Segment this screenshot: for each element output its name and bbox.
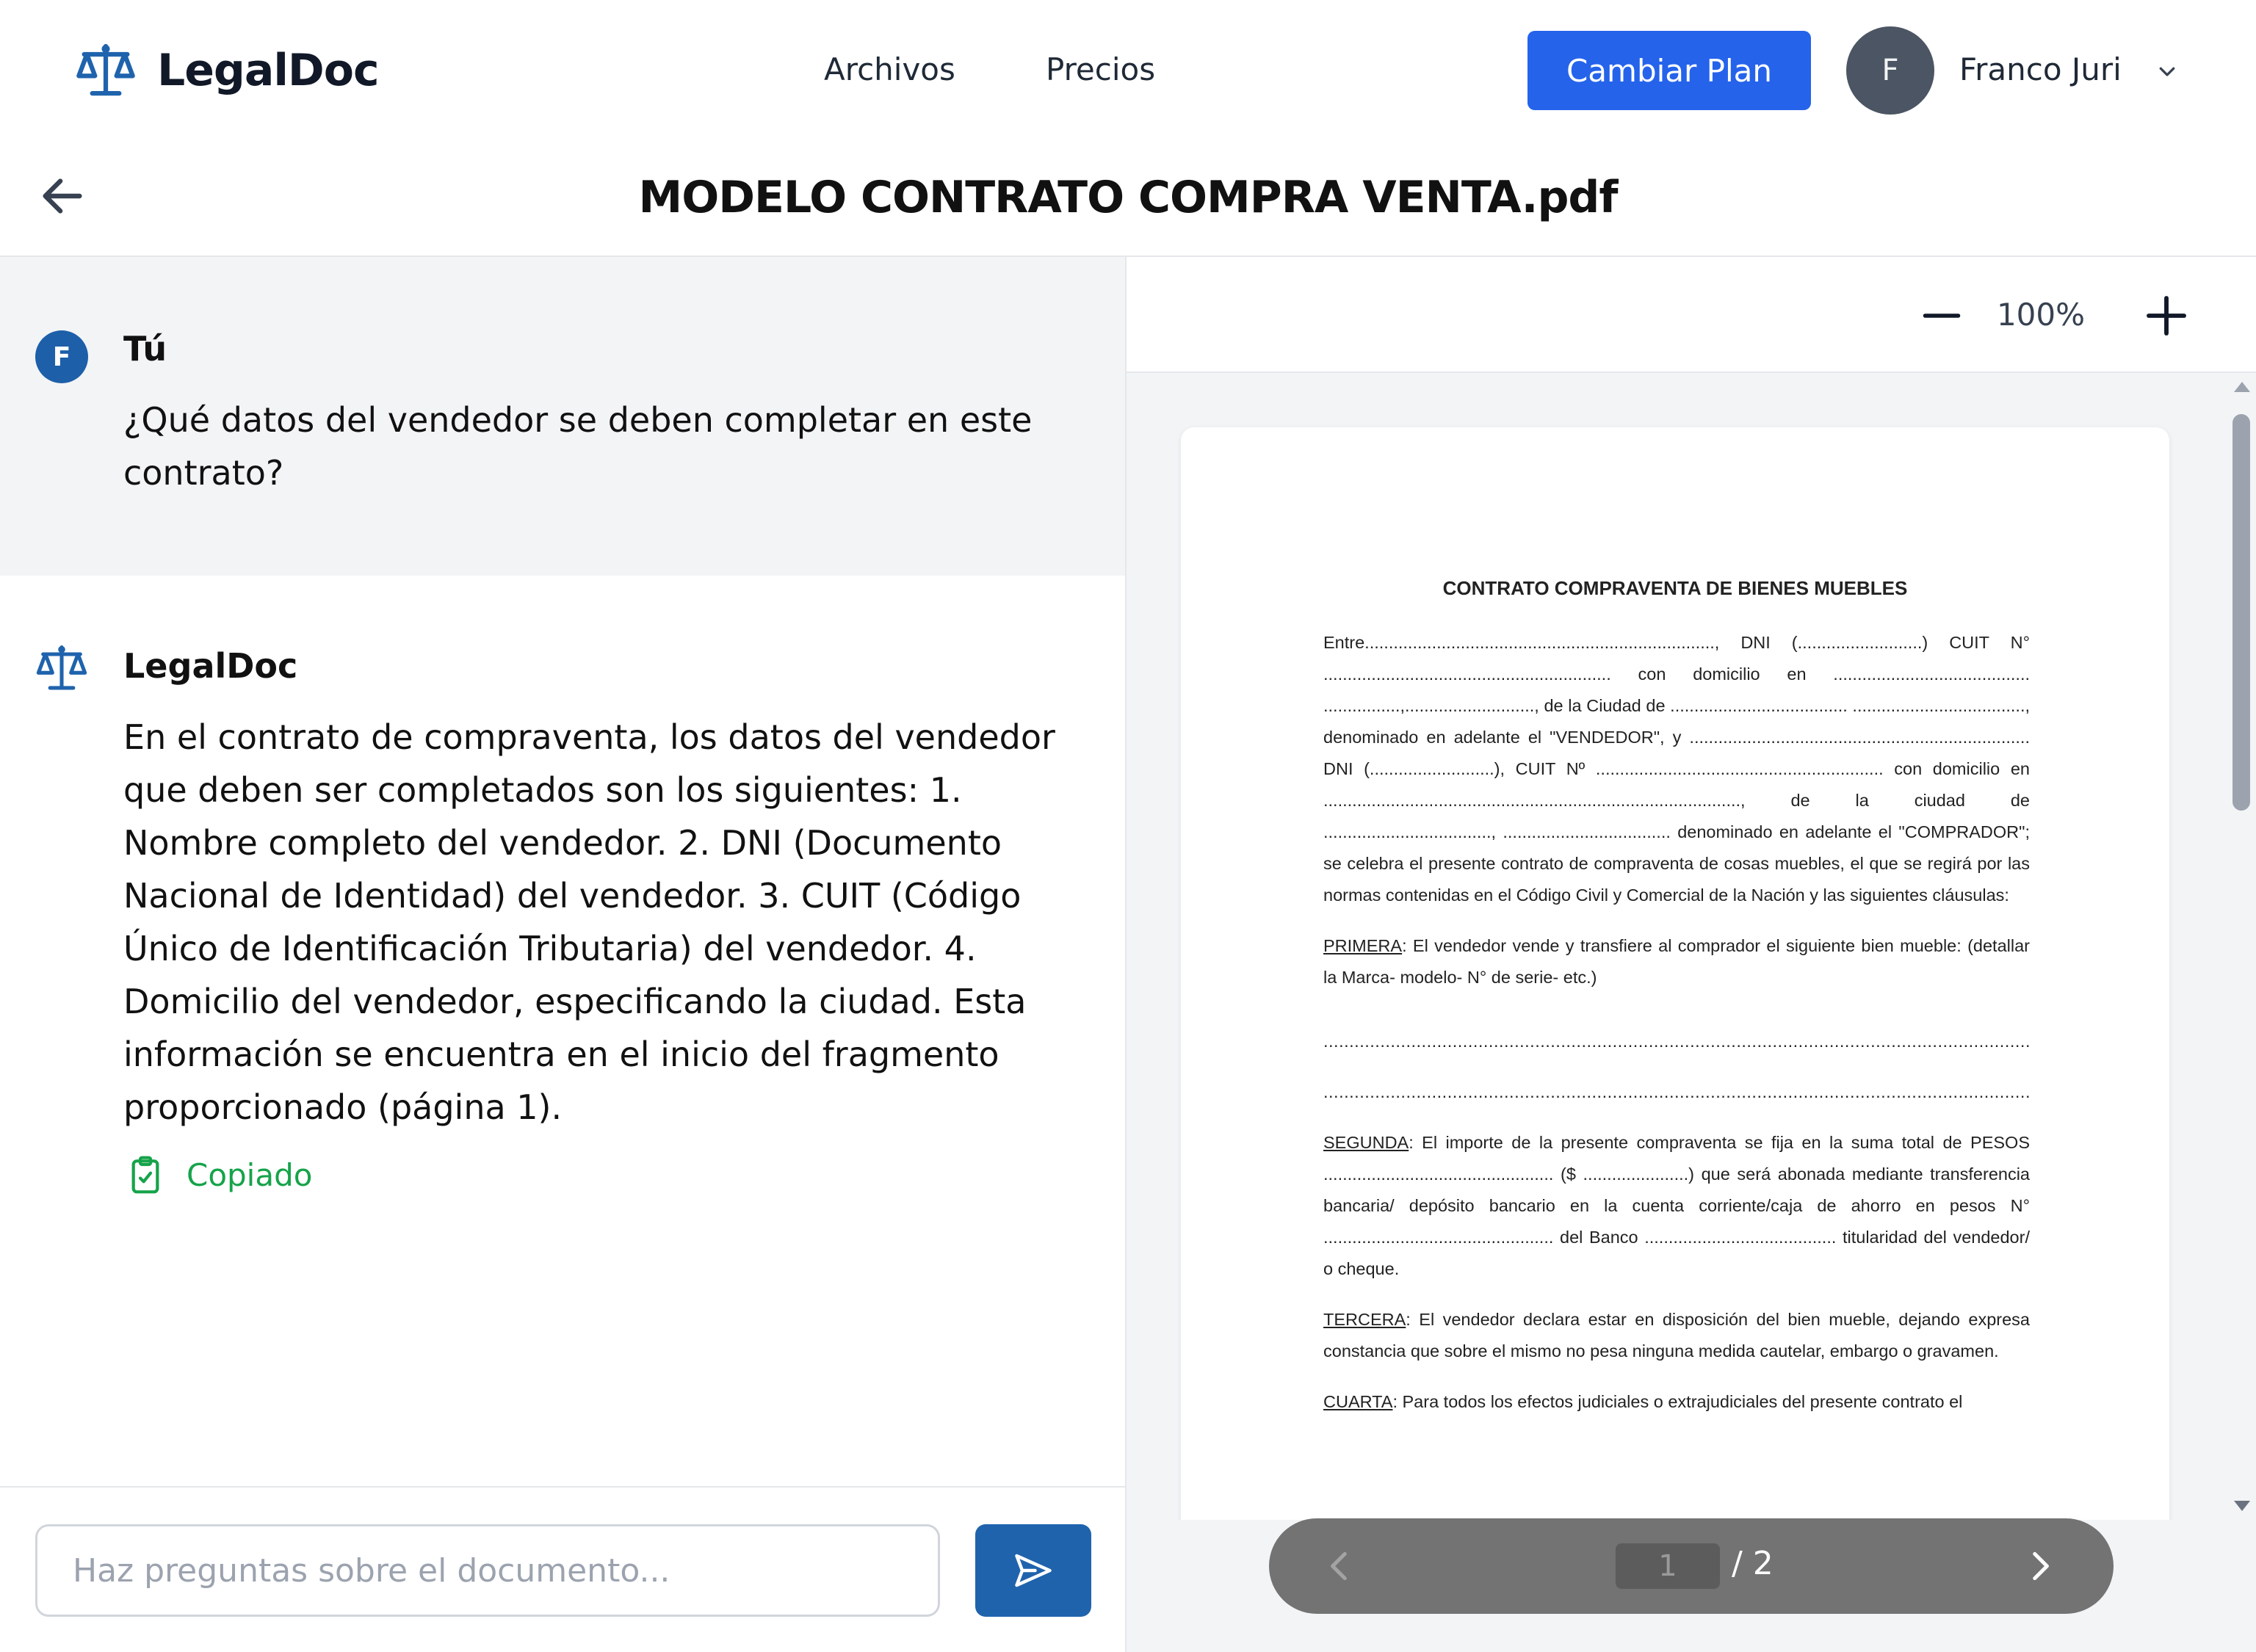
pdf-scroll-area[interactable]: CONTRATO COMPRAVENTA DE BIENES MUEBLES E… xyxy=(1127,374,2256,1520)
chat-panel: F Tú ¿Qué datos del vendedor se deben co… xyxy=(0,257,1127,1652)
pdf-viewer: 100% CONTRATO COMPRAVENTA DE BIENES MUEB… xyxy=(1127,257,2256,1652)
chat-input-bar xyxy=(0,1486,1125,1652)
bot-message-text: En el contrato de compraventa, los datos… xyxy=(123,717,1055,1127)
pdf-clause-text: : El importe de la presente compraventa … xyxy=(1323,1133,2030,1278)
pdf-page: CONTRATO COMPRAVENTA DE BIENES MUEBLES E… xyxy=(1181,427,2169,1520)
zoom-toolbar: 100% xyxy=(1127,257,2256,373)
user-message-avatar: F xyxy=(35,330,88,383)
pdf-page-body: Entre...................................… xyxy=(1323,627,2030,1437)
pdf-clause-text: : Para todos los efectos judiciales o ex… xyxy=(1392,1392,1963,1411)
scroll-up-arrow-icon[interactable] xyxy=(2234,382,2250,392)
pdf-dotted-line: ........................................… xyxy=(1323,1082,2030,1101)
logo[interactable]: LegalDoc xyxy=(73,38,380,103)
pdf-clause-label: CUARTA xyxy=(1323,1392,1393,1411)
user-avatar[interactable]: F xyxy=(1846,26,1934,115)
legaldoc-scales-icon xyxy=(36,645,87,690)
zoom-in-icon[interactable] xyxy=(2143,292,2190,339)
document-title: MODELO CONTRATO COMPRA VENTA.pdf xyxy=(638,172,1619,223)
chevron-down-icon[interactable] xyxy=(2156,60,2178,82)
pdf-clause-cuarta: CUARTA: Para todos los efectos judiciale… xyxy=(1323,1386,2030,1418)
scrollbar-thumb[interactable] xyxy=(2232,414,2250,811)
pdf-clause-text: : El vendedor vende y transfiere al comp… xyxy=(1323,936,2030,987)
chevron-left-icon[interactable] xyxy=(1322,1548,1359,1584)
page-navigator: / 2 xyxy=(1269,1518,2114,1614)
page-total: / 2 xyxy=(1732,1545,1774,1582)
user-message: F Tú ¿Qué datos del vendedor se deben co… xyxy=(0,257,1125,576)
vertical-scrollbar[interactable] xyxy=(2227,374,2256,1520)
chevron-right-icon[interactable] xyxy=(2021,1548,2058,1584)
send-button[interactable] xyxy=(975,1524,1091,1617)
page-number-input[interactable] xyxy=(1616,1543,1720,1589)
pdf-clause-tercera: TERCERA: El vendedor declara estar en di… xyxy=(1323,1304,2030,1367)
pdf-clause-primera: PRIMERA: El vendedor vende y transfiere … xyxy=(1323,930,2030,993)
pdf-clause-segunda: SEGUNDA: El importe de la presente compr… xyxy=(1323,1127,2030,1285)
pdf-clause-label: SEGUNDA xyxy=(1323,1133,1409,1152)
pdf-clause-text: : El vendedor declara estar en disposici… xyxy=(1323,1310,2030,1361)
copy-status: Copiado xyxy=(187,1156,313,1193)
scroll-down-arrow-icon[interactable] xyxy=(2234,1501,2250,1511)
zoom-out-icon[interactable] xyxy=(1920,294,1964,338)
pdf-clause-label: TERCERA xyxy=(1323,1310,1406,1329)
clipboard-check-icon xyxy=(131,1156,159,1194)
nav-archivos[interactable]: Archivos xyxy=(824,51,955,87)
user-message-text: ¿Qué datos del vendedor se deben complet… xyxy=(123,400,1033,493)
top-navbar: LegalDoc Archivos Precios Cambiar Plan F… xyxy=(0,0,2256,141)
document-titlebar: MODELO CONTRATO COMPRA VENTA.pdf xyxy=(0,141,2256,257)
nav-precios[interactable]: Precios xyxy=(1046,51,1155,87)
chat-input[interactable] xyxy=(35,1524,940,1617)
pdf-dotted-line: ........................................… xyxy=(1323,1032,2030,1051)
logo-text: LegalDoc xyxy=(157,45,380,96)
change-plan-button[interactable]: Cambiar Plan xyxy=(1528,31,1811,110)
zoom-level: 100% xyxy=(1996,297,2086,333)
send-icon xyxy=(1015,1554,1052,1587)
copy-button[interactable]: Copiado xyxy=(125,1154,312,1195)
user-message-label: Tú xyxy=(123,329,167,369)
bot-message-label: LegalDoc xyxy=(123,646,298,686)
pdf-clause-label: PRIMERA xyxy=(1323,936,1403,955)
scales-icon xyxy=(76,43,135,96)
pdf-page-title: CONTRATO COMPRAVENTA DE BIENES MUEBLES xyxy=(1442,577,1908,599)
pdf-intro: Entre...................................… xyxy=(1323,633,2030,905)
user-name[interactable]: Franco Juri xyxy=(1959,51,2122,87)
